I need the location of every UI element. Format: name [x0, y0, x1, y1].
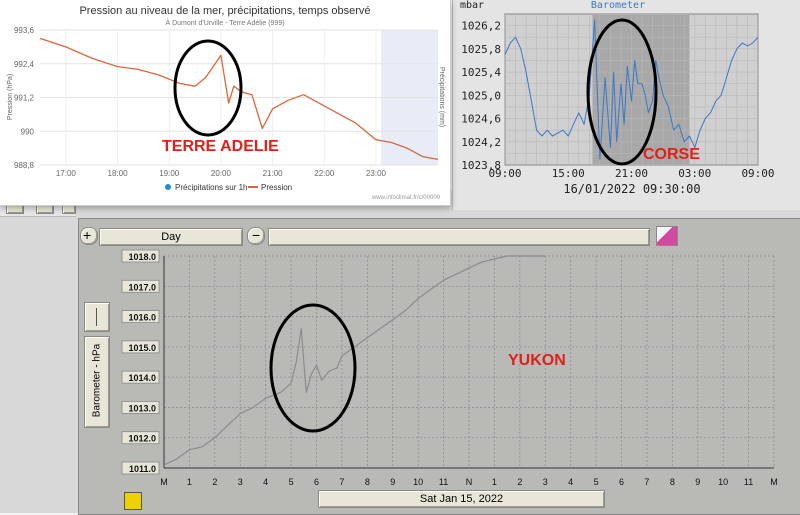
label-yukon: YUKON	[508, 352, 566, 369]
y-tick-label: 991,2	[14, 94, 35, 103]
terre-chart: 988,8 990 991,2 992,4 993,6 17:00 18:00 19:00 20…	[7, 5, 445, 201]
y-tick-label: 992,4	[14, 60, 35, 69]
chart-title: Pression au niveau de la mer, précipitat…	[79, 5, 370, 17]
y-tick-label: 990	[21, 127, 35, 136]
credit: www.infoclimat.fr/c/00000	[371, 195, 441, 201]
legend-precip: Précipitations sur 1h	[175, 183, 247, 192]
x-tick-label: 23:00	[366, 169, 387, 178]
x-tick-label: 18:00	[108, 169, 129, 178]
chart-subtitle: À Dumont d'Urville - Terre Adélie (999)	[165, 18, 284, 27]
y-axis-label: Pression (hPa)	[7, 74, 14, 120]
label-terre-adelie: TERRE ADELIE	[162, 138, 279, 155]
legend-marker-precip	[165, 184, 171, 190]
x-tick-label: 20:00	[211, 169, 232, 178]
y-tick-label: 993,6	[14, 26, 35, 35]
y2-axis-label: Précipitations (mm)	[438, 67, 445, 127]
x-tick-label: 21:00	[263, 169, 284, 178]
y-tick-label: 988,8	[14, 161, 35, 170]
label-corse: CORSE	[643, 146, 700, 163]
highlight-ellipse	[173, 39, 243, 137]
x-tick-label: 19:00	[159, 169, 180, 178]
legend-pressure: Pression	[261, 183, 292, 192]
x-tick-label: 22:00	[314, 169, 335, 178]
x-tick-label: 17:00	[56, 169, 77, 178]
